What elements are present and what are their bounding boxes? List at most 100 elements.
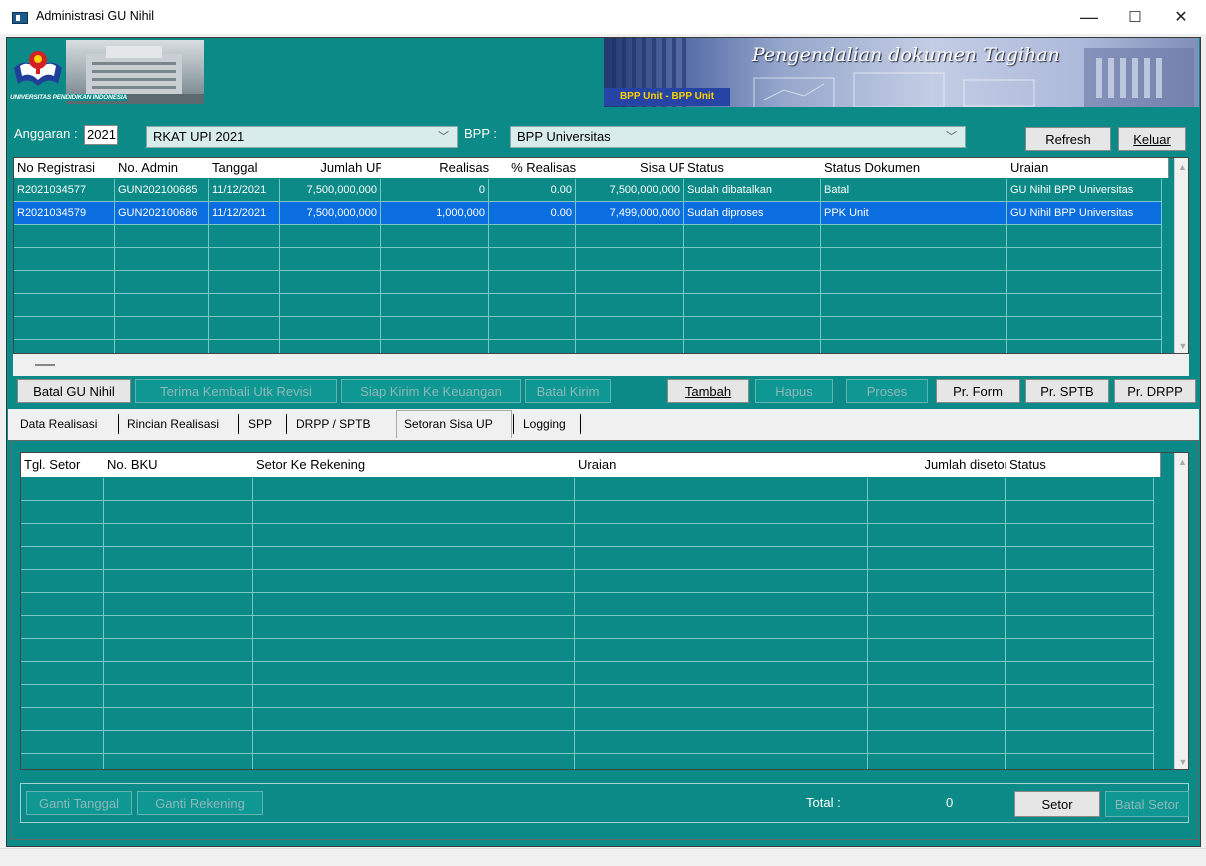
empty-cell[interactable] bbox=[14, 340, 115, 353]
empty-cell[interactable] bbox=[684, 317, 821, 340]
empty-cell[interactable] bbox=[104, 685, 253, 708]
top-col-header[interactable]: Sisa UP bbox=[576, 158, 691, 178]
empty-cell[interactable] bbox=[1006, 639, 1154, 662]
empty-cell[interactable] bbox=[1006, 731, 1154, 754]
empty-cell[interactable] bbox=[104, 478, 253, 501]
empty-cell[interactable] bbox=[1006, 616, 1154, 639]
empty-cell[interactable] bbox=[21, 685, 104, 708]
empty-cell[interactable] bbox=[576, 248, 684, 271]
top-col-header[interactable]: No Registrasi bbox=[14, 158, 122, 178]
empty-cell[interactable] bbox=[14, 271, 115, 294]
realisasi-table[interactable]: No Registrasi No. Admin Tanggal Jumlah UP Re… bbox=[13, 157, 1189, 354]
refresh-button[interactable]: Refresh bbox=[1025, 127, 1111, 151]
tab-drpp-sptb[interactable]: DRPP / SPTB bbox=[296, 413, 370, 435]
empty-cell[interactable] bbox=[868, 616, 1006, 639]
tab-logging[interactable]: Logging bbox=[523, 413, 566, 435]
empty-cell[interactable] bbox=[21, 754, 104, 769]
empty-cell[interactable] bbox=[576, 294, 684, 317]
empty-cell[interactable] bbox=[489, 225, 576, 248]
empty-cell[interactable] bbox=[115, 248, 209, 271]
ganti-tanggal-button[interactable]: Ganti Tanggal bbox=[26, 791, 132, 815]
empty-cell[interactable] bbox=[14, 225, 115, 248]
empty-cell[interactable] bbox=[280, 340, 381, 353]
empty-cell[interactable] bbox=[684, 340, 821, 353]
empty-cell[interactable] bbox=[253, 593, 575, 616]
empty-cell[interactable] bbox=[209, 225, 280, 248]
table-cell[interactable]: 11/12/2021 bbox=[209, 179, 280, 202]
empty-cell[interactable] bbox=[209, 340, 280, 353]
empty-cell[interactable] bbox=[868, 570, 1006, 593]
setoran-table[interactable]: Tgl. Setor No. BKU Setor Ke Rekening Uraian… bbox=[20, 452, 1189, 770]
empty-cell[interactable] bbox=[209, 248, 280, 271]
empty-cell[interactable] bbox=[21, 524, 104, 547]
empty-cell[interactable] bbox=[868, 639, 1006, 662]
empty-cell[interactable] bbox=[381, 317, 489, 340]
close-button[interactable]: ✕ bbox=[1158, 0, 1204, 34]
empty-cell[interactable] bbox=[209, 294, 280, 317]
empty-cell[interactable] bbox=[868, 754, 1006, 769]
empty-cell[interactable] bbox=[868, 708, 1006, 731]
empty-cell[interactable] bbox=[280, 225, 381, 248]
empty-cell[interactable] bbox=[575, 524, 868, 547]
empty-cell[interactable] bbox=[104, 570, 253, 593]
empty-cell[interactable] bbox=[21, 478, 104, 501]
table-cell[interactable]: 0.00 bbox=[489, 202, 576, 225]
empty-cell[interactable] bbox=[104, 708, 253, 731]
empty-cell[interactable] bbox=[1006, 478, 1154, 501]
empty-cell[interactable] bbox=[104, 616, 253, 639]
empty-cell[interactable] bbox=[1006, 708, 1154, 731]
empty-cell[interactable] bbox=[253, 501, 575, 524]
empty-cell[interactable] bbox=[1007, 340, 1162, 353]
empty-cell[interactable] bbox=[1006, 685, 1154, 708]
empty-cell[interactable] bbox=[253, 754, 575, 769]
empty-cell[interactable] bbox=[821, 317, 1007, 340]
empty-cell[interactable] bbox=[253, 570, 575, 593]
tab-setoran-sisa-up[interactable]: Setoran Sisa UP bbox=[404, 413, 493, 435]
empty-cell[interactable] bbox=[489, 271, 576, 294]
empty-cell[interactable] bbox=[1007, 271, 1162, 294]
empty-cell[interactable] bbox=[1006, 754, 1154, 769]
tab-data-realisasi[interactable]: Data Realisasi bbox=[20, 413, 97, 435]
empty-cell[interactable] bbox=[1007, 248, 1162, 271]
table-cell[interactable]: 7,500,000,000 bbox=[576, 179, 684, 202]
tab-spp[interactable]: SPP bbox=[248, 413, 272, 435]
setoran-col-header[interactable]: Status bbox=[1006, 453, 1161, 477]
setor-button[interactable]: Setor bbox=[1014, 791, 1100, 817]
empty-cell[interactable] bbox=[21, 708, 104, 731]
empty-cell[interactable] bbox=[1006, 662, 1154, 685]
empty-cell[interactable] bbox=[576, 340, 684, 353]
empty-cell[interactable] bbox=[575, 478, 868, 501]
empty-cell[interactable] bbox=[21, 616, 104, 639]
empty-cell[interactable] bbox=[821, 294, 1007, 317]
empty-cell[interactable] bbox=[209, 317, 280, 340]
empty-cell[interactable] bbox=[14, 317, 115, 340]
proses-button[interactable]: Proses bbox=[846, 379, 928, 403]
table-cell[interactable]: R2021034577 bbox=[14, 179, 115, 202]
empty-cell[interactable] bbox=[381, 248, 489, 271]
table-cell[interactable]: 1,000,000 bbox=[381, 202, 489, 225]
table-cell[interactable]: GUN202100685 bbox=[115, 179, 209, 202]
empty-cell[interactable] bbox=[868, 501, 1006, 524]
table-cell[interactable]: 11/12/2021 bbox=[209, 202, 280, 225]
empty-cell[interactable] bbox=[575, 731, 868, 754]
empty-cell[interactable] bbox=[253, 616, 575, 639]
empty-cell[interactable] bbox=[381, 340, 489, 353]
top-hscroll[interactable] bbox=[13, 354, 1189, 376]
empty-cell[interactable] bbox=[821, 271, 1007, 294]
table-cell[interactable]: Batal bbox=[821, 179, 1007, 202]
setoran-col-header[interactable]: Setor Ke Rekening bbox=[253, 453, 582, 477]
empty-cell[interactable] bbox=[253, 731, 575, 754]
pr-drpp-button[interactable]: Pr. DRPP bbox=[1114, 379, 1196, 403]
empty-cell[interactable] bbox=[115, 271, 209, 294]
year-input[interactable]: 2021 bbox=[84, 125, 118, 145]
table-cell[interactable]: Sudah dibatalkan bbox=[684, 179, 821, 202]
empty-cell[interactable] bbox=[14, 294, 115, 317]
terima-kembali-button[interactable]: Terima Kembali Utk Revisi bbox=[135, 379, 337, 403]
maximize-button[interactable]: ☐ bbox=[1112, 0, 1158, 34]
empty-cell[interactable] bbox=[209, 271, 280, 294]
empty-cell[interactable] bbox=[821, 225, 1007, 248]
empty-cell[interactable] bbox=[21, 639, 104, 662]
empty-cell[interactable] bbox=[115, 340, 209, 353]
empty-cell[interactable] bbox=[115, 225, 209, 248]
pr-form-button[interactable]: Pr. Form bbox=[936, 379, 1020, 403]
